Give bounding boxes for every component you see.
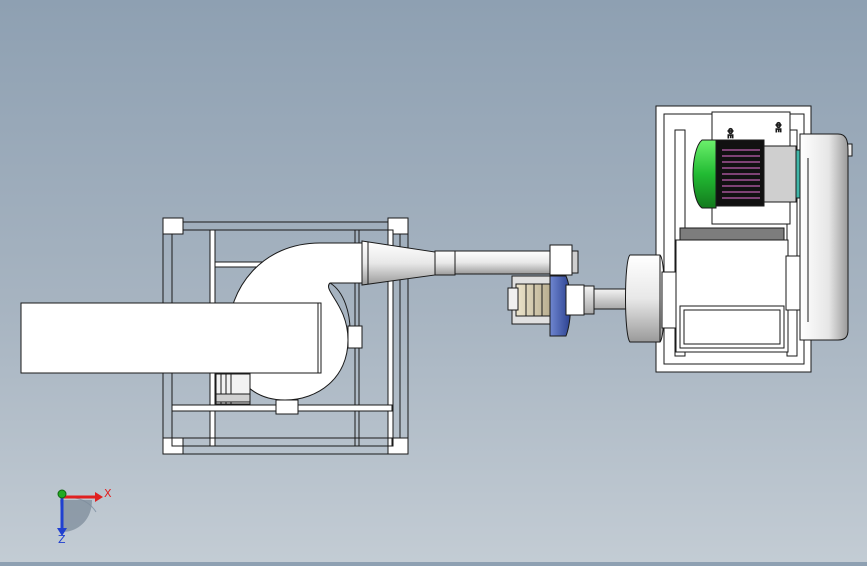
induced-fan-unit[interactable] xyxy=(507,275,631,337)
axis-z-label: Z xyxy=(58,533,66,546)
axis-triad: X Z xyxy=(57,487,112,546)
belt-guard[interactable] xyxy=(799,133,849,341)
cad-drawing[interactable]: ФЕ ФЕ X Z xyxy=(0,0,867,562)
axis-x-label: X xyxy=(104,487,112,500)
motor-plate-text-left: ФЕ xyxy=(726,128,734,138)
crusher-body[interactable] xyxy=(625,227,801,353)
feed-hopper-body[interactable] xyxy=(20,302,322,374)
cad-viewport[interactable]: ФЕ ФЕ X Z xyxy=(0,0,867,562)
motor-plate-text-right: ФЕ xyxy=(774,122,782,132)
